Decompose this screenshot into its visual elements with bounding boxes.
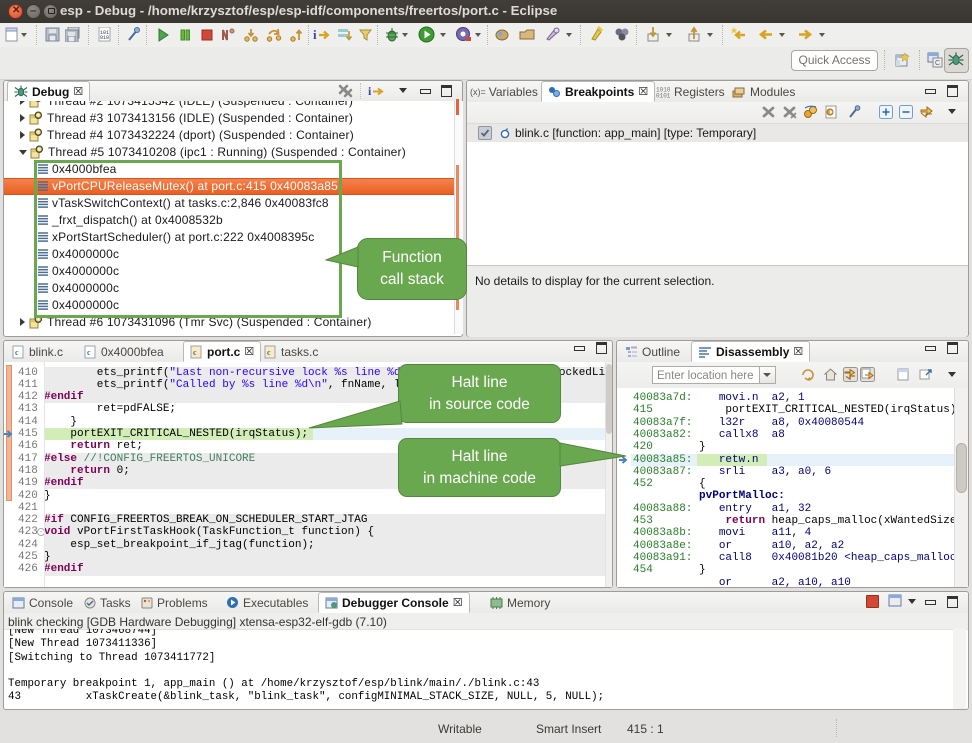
svg-text:c: c [267,348,271,357]
svg-text:c: c [193,348,197,357]
svg-text:C: C [935,60,940,67]
svg-text:010: 010 [100,35,109,41]
svg-text:0101: 0101 [656,92,670,98]
svg-text:c: c [87,348,91,357]
svg-text:c: c [15,348,19,357]
